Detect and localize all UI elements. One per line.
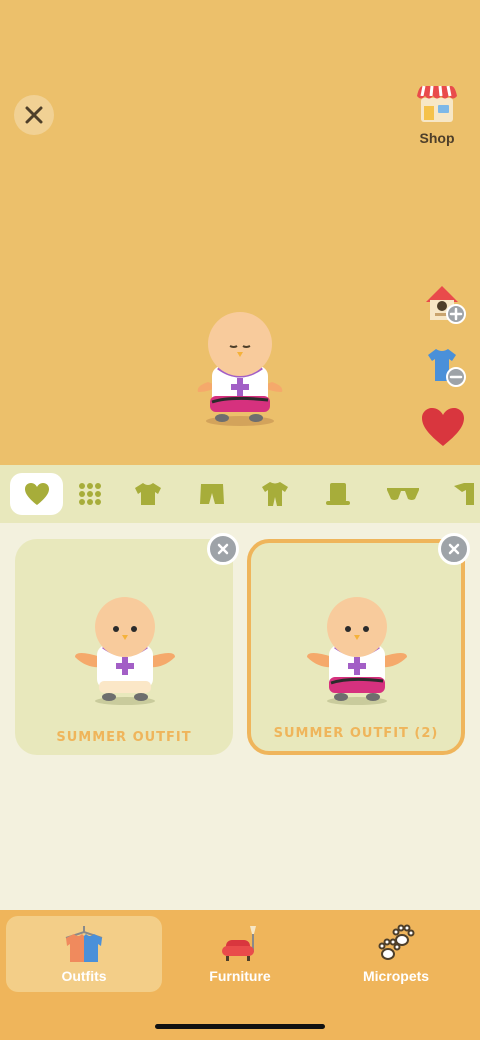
armchair-icon (222, 926, 256, 961)
sunglasses-icon (387, 488, 419, 500)
character-avatar (197, 312, 283, 426)
partial-item-icon (454, 483, 474, 505)
shirt-remove-icon (428, 349, 466, 387)
nav-furniture[interactable]: Furniture (162, 916, 318, 992)
category-favorites[interactable] (10, 473, 63, 515)
character-stage: Shop (0, 0, 480, 465)
paw-prints-icon (378, 924, 415, 960)
close-button[interactable] (14, 95, 54, 135)
remove-outfit-card-button[interactable] (438, 533, 470, 565)
favorite-button[interactable] (420, 406, 468, 454)
outfit-grid: SUMMER OUTFIT SUMMER OUTFIT (2) (0, 523, 480, 910)
category-tops[interactable] (123, 473, 173, 515)
category-all[interactable] (65, 473, 115, 515)
close-icon (448, 543, 460, 555)
shop-button[interactable]: Shop (412, 82, 462, 146)
outfit-title: SUMMER OUTFIT (2) (273, 726, 439, 741)
outfit-title: SUMMER OUTFIT (56, 730, 192, 745)
heart-icon (24, 483, 49, 505)
category-onesies[interactable] (250, 473, 300, 515)
jumpsuit-icon (262, 482, 288, 506)
tshirt-icon (135, 483, 161, 505)
category-bar (0, 465, 480, 523)
close-icon (25, 106, 43, 124)
remove-outfit-card-button[interactable] (207, 533, 239, 565)
shop-label: Shop (419, 130, 455, 146)
outfit-card[interactable]: SUMMER OUTFIT (2) (247, 539, 465, 755)
outfit-card[interactable]: SUMMER OUTFIT (15, 539, 233, 755)
category-more[interactable] (440, 473, 480, 515)
grid-dots-icon (79, 483, 101, 505)
outfit-preview (307, 597, 407, 705)
outfit-preview (75, 597, 175, 705)
shorts-icon (200, 484, 224, 504)
close-icon (217, 543, 229, 555)
nav-outfits[interactable]: Outfits (6, 916, 162, 992)
outfits-icon (65, 926, 103, 962)
top-hat-icon (326, 483, 350, 505)
add-home-button[interactable] (420, 280, 468, 328)
nav-micropets-label: Micropets (362, 968, 430, 984)
bottom-nav: Outfits Furniture Micropets (0, 910, 480, 1040)
remove-outfit-button[interactable] (420, 343, 468, 391)
category-hats[interactable] (313, 473, 363, 515)
category-glasses[interactable] (378, 473, 428, 515)
house-add-icon (426, 286, 466, 324)
nav-furniture-label: Furniture (209, 968, 271, 984)
heart-icon (422, 408, 464, 446)
category-bottoms[interactable] (187, 473, 237, 515)
nav-micropets[interactable]: Micropets (318, 916, 474, 992)
shop-icon (417, 85, 457, 122)
nav-outfits-label: Outfits (61, 968, 107, 984)
home-indicator[interactable] (155, 1024, 325, 1029)
